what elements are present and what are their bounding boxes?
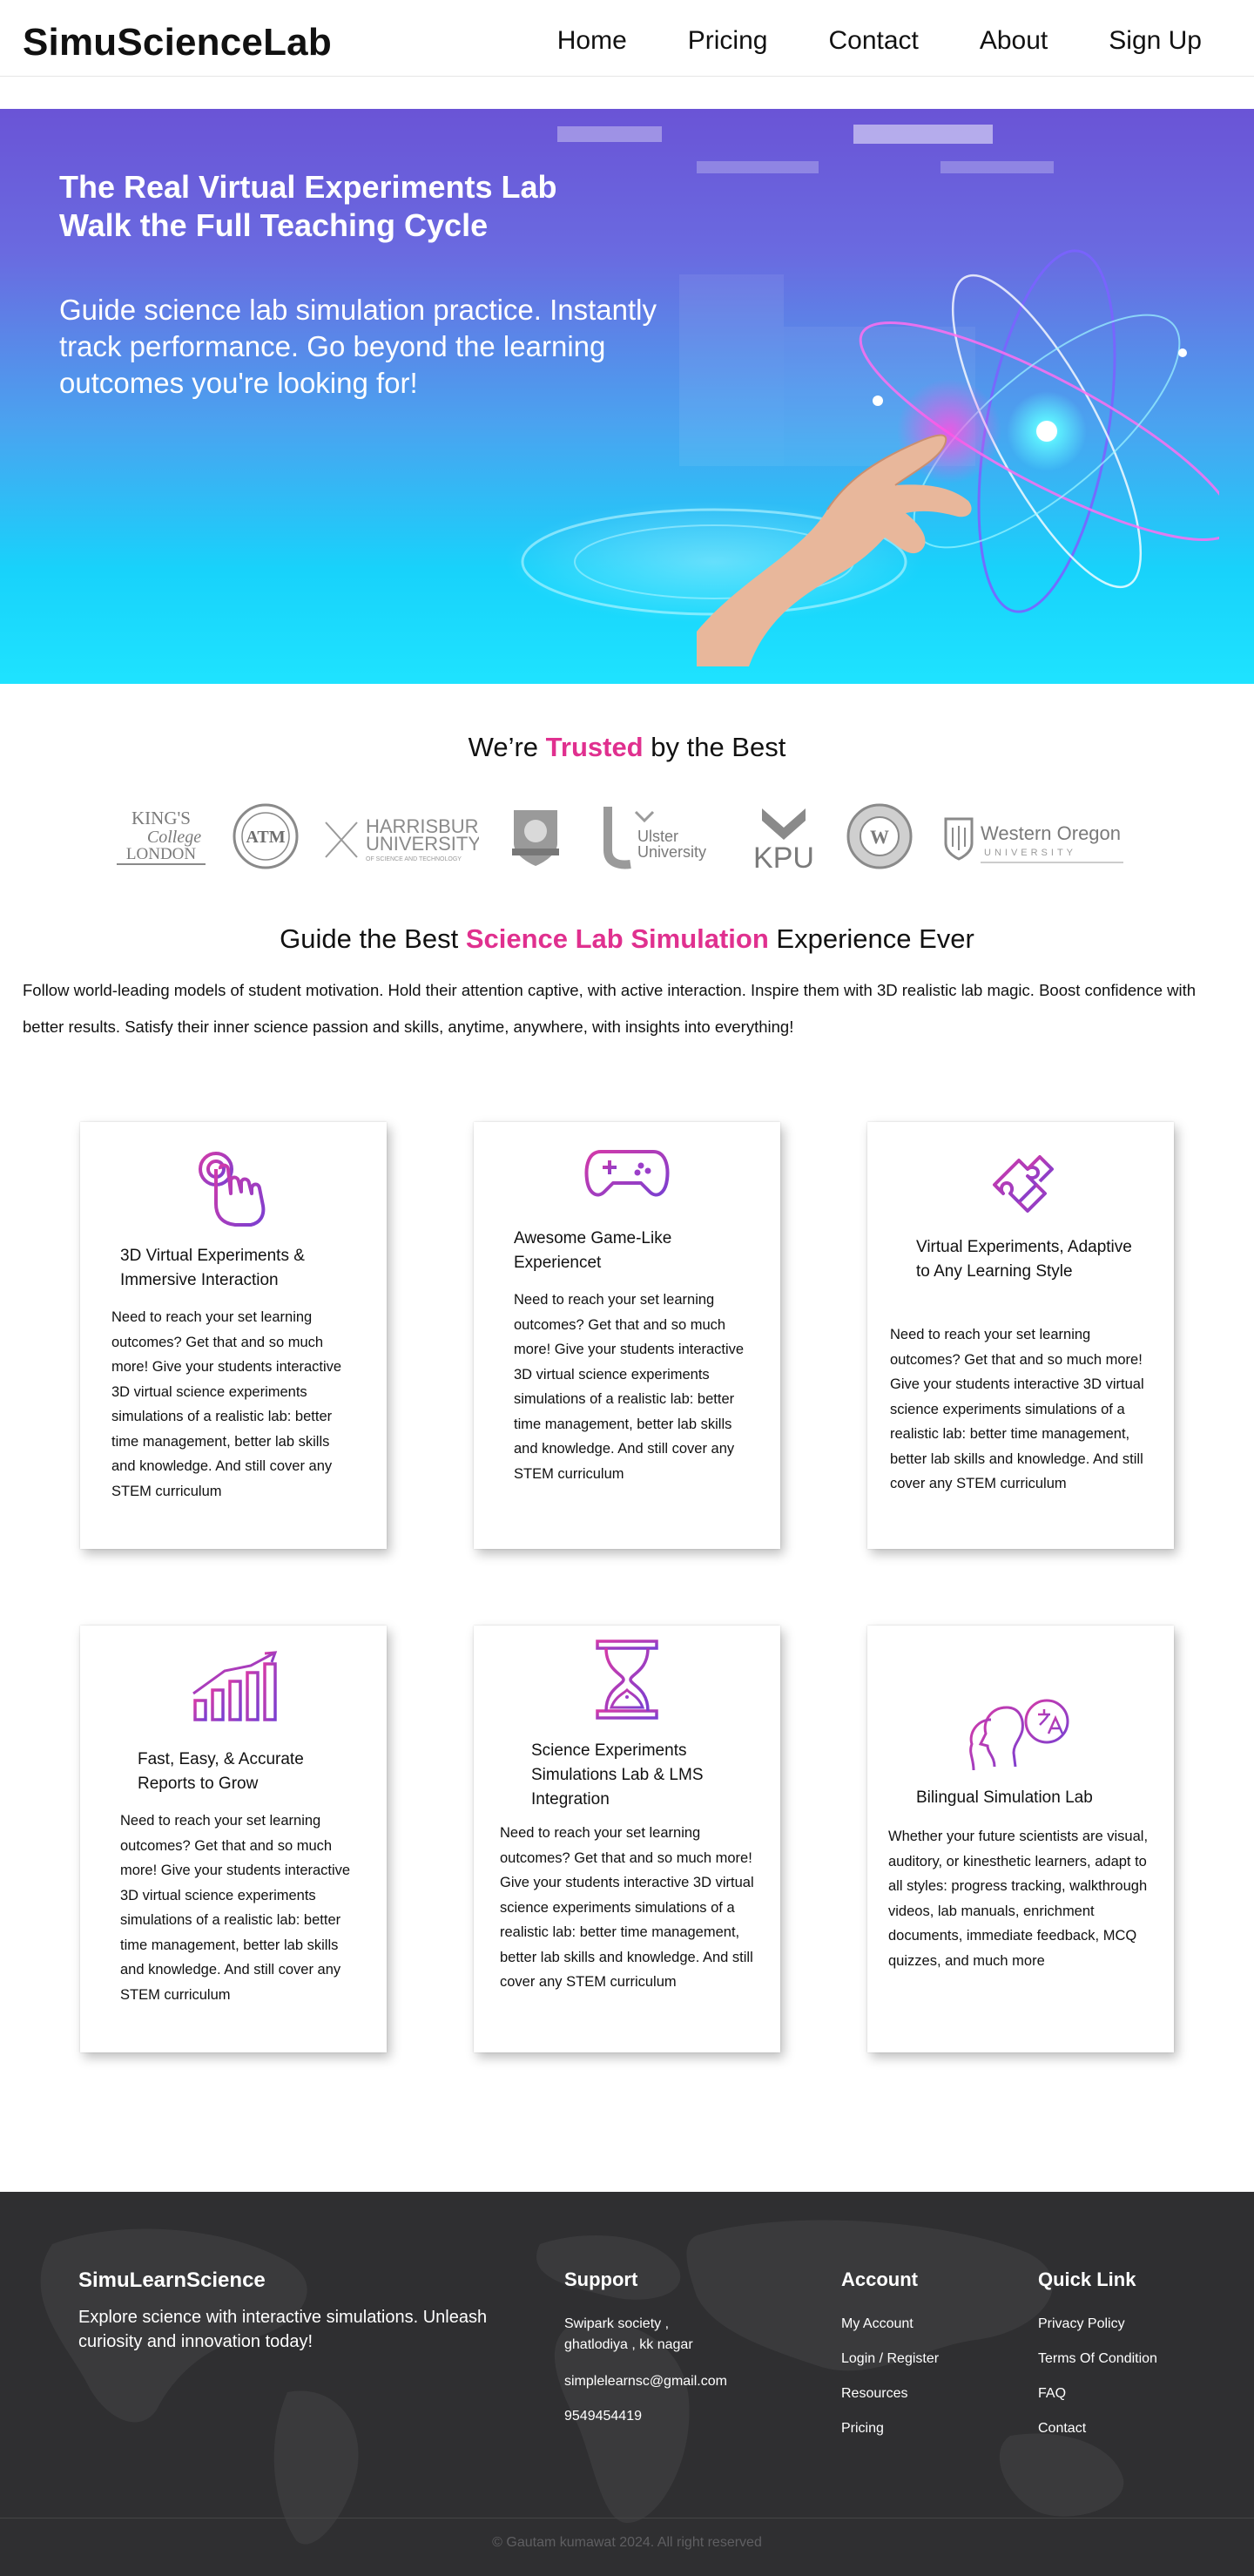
logo-kings-college-london: KING'S College LONDON <box>117 808 206 865</box>
footer-phone-link[interactable]: 9549454419 <box>564 2406 642 2427</box>
main-nav: Home Pricing Contact About Sign Up <box>496 26 1202 56</box>
card-title: Bilingual Simulation Lab <box>916 1788 1093 1807</box>
hero-subtitle: Guide science lab simulation practice. I… <box>59 294 657 399</box>
card-title: Fast, Easy, & Accurate Reports to Grow <box>138 1750 304 1793</box>
feature-card-reports: Fast, Easy, & Accurate Reports to Grow N… <box>80 1626 387 2052</box>
card-body: Need to reach your set learning outcomes… <box>120 1813 351 2003</box>
footer-email-link[interactable]: simplelearnsc@gmail.com <box>564 2371 727 2392</box>
nav-contact[interactable]: Contact <box>828 26 918 56</box>
card-body: Need to reach your set learning outcomes… <box>890 1327 1144 1491</box>
partner-logos: KING'S College LONDON ATM HARRISBURG UNI… <box>113 801 1132 871</box>
feature-card-game-like: Awesome Game-Like Experiencet Need to re… <box>474 1122 780 1549</box>
feature-card-lms: Science Experiments Simulations Lab & LM… <box>474 1626 780 2052</box>
site-header: SimuScienceLab Home Pricing Contact Abou… <box>0 0 1254 77</box>
hero-title-line-1: The Real Virtual Experiments Lab <box>59 169 557 205</box>
nav-about[interactable]: About <box>980 26 1048 56</box>
feature-card-3d-virtual: 3D Virtual Experiments & Immersive Inter… <box>80 1122 387 1549</box>
card-title: Science Experiments Simulations Lab & LM… <box>531 1741 704 1809</box>
footer-link-faq[interactable]: FAQ <box>1038 2383 1066 2404</box>
footer-tagline: Explore science with interactive simulat… <box>78 2308 488 2351</box>
logo-atm-text: ATM <box>246 828 285 847</box>
logo-kpu-text: KPU <box>753 842 814 871</box>
guide-prefix: Guide the Best <box>280 923 466 954</box>
guide-highlight: Science Lab Simulation <box>465 923 769 954</box>
footer-address-line-2: ghatlodiya , kk nagar <box>564 2337 693 2352</box>
footer-copyright: © Gautam kumawat 2024. All right reserve… <box>0 2535 1254 2551</box>
card-body: Need to reach your set learning outcomes… <box>514 1292 745 1482</box>
footer-link-pricing[interactable]: Pricing <box>841 2418 884 2439</box>
guide-heading: Guide the Best Science Lab Simulation Ex… <box>0 923 1254 955</box>
logo-western-oregon-university: Western Oregon UNIVERSITY <box>944 817 1123 863</box>
feature-card-bilingual: Bilingual Simulation Lab Whether your fu… <box>867 1626 1174 2052</box>
logo-ulster-university: Ulster University <box>603 807 706 869</box>
logo-kings-line2: College <box>147 828 201 847</box>
footer-link-privacy-policy[interactable]: Privacy Policy <box>1038 2314 1125 2335</box>
footer-divider <box>0 2518 1254 2519</box>
logo-western-oregon-line1: Western Oregon <box>981 822 1121 844</box>
logo-harrisburg-line3: OF SCIENCE AND TECHNOLOGY <box>366 856 462 862</box>
card-body: Need to reach your set learning outcomes… <box>500 1825 754 1990</box>
copyright-icon: © <box>492 2535 507 2550</box>
card-title: 3D Virtual Experiments & Immersive Inter… <box>120 1247 305 1289</box>
trusted-highlight: Trusted <box>545 732 644 762</box>
footer-brand: SimuLearnScience <box>78 2268 266 2292</box>
puzzle-icon <box>993 1155 1054 1213</box>
nav-sign-up[interactable]: Sign Up <box>1109 26 1202 56</box>
trusted-heading: We’re Trusted by the Best <box>0 732 1254 763</box>
footer-account-title: Account <box>841 2268 918 2290</box>
logo-college-seal-w: W <box>846 803 913 869</box>
card-body: Whether your future scientists are visua… <box>888 1829 1149 1969</box>
logo-ulster-line2: University <box>637 843 706 861</box>
bilingual-icon <box>969 1699 1069 1771</box>
nav-pricing[interactable]: Pricing <box>688 26 768 56</box>
logo-ulster-line1: Ulster <box>637 828 678 845</box>
gamepad-icon <box>584 1150 670 1197</box>
hero-title-line-2: Walk the Full Teaching Cycle <box>59 207 489 243</box>
touch-hand-icon <box>199 1152 266 1227</box>
card-title: Virtual Experiments, Adaptive to Any Lea… <box>916 1238 1132 1281</box>
footer-address-line-1: Swipark society , <box>564 2316 670 2331</box>
nav-home[interactable]: Home <box>557 26 627 56</box>
brand-logo[interactable]: SimuScienceLab <box>23 21 332 64</box>
trusted-prefix: We’re <box>468 732 546 762</box>
logo-university-crest <box>512 810 559 866</box>
feature-card-adaptive: Virtual Experiments, Adaptive to Any Lea… <box>867 1122 1174 1549</box>
logo-harrisburg-line2: UNIVERSITY <box>366 833 479 855</box>
logo-kings-line1: KING'S <box>131 808 191 828</box>
hero-title: The Real Virtual Experiments Lab Walk th… <box>59 168 557 245</box>
footer-link-my-account[interactable]: My Account <box>841 2314 914 2335</box>
card-title: Awesome Game-Like Experiencet <box>514 1229 672 1272</box>
hand-atom-illustration <box>697 249 1219 666</box>
guide-description: Follow world-leading models of student m… <box>23 981 1197 1036</box>
logo-w-text: W <box>870 826 889 848</box>
logo-western-oregon-line2: UNIVERSITY <box>984 848 1076 858</box>
logo-texas-am-seal: ATM <box>233 803 299 869</box>
logo-kings-line3: LONDON <box>126 845 196 863</box>
footer-link-resources[interactable]: Resources <box>841 2383 907 2404</box>
growth-chart-icon <box>190 1651 282 1727</box>
footer-link-login-register[interactable]: Login / Register <box>841 2349 939 2370</box>
hero-banner: The Real Virtual Experiments Lab Walk th… <box>0 109 1254 684</box>
logo-kpu: KPU <box>753 808 814 871</box>
footer-link-contact[interactable]: Contact <box>1038 2418 1086 2439</box>
trusted-suffix: by the Best <box>643 732 786 762</box>
card-body: Need to reach your set learning outcomes… <box>111 1309 342 1499</box>
guide-suffix: Experience Ever <box>768 923 974 954</box>
copyright-text: Gautam kumawat 2024. All right reserved <box>506 2535 762 2550</box>
footer-support-title: Support <box>564 2268 638 2290</box>
site-footer: SimuLearnScience Explore science with in… <box>0 2192 1254 2576</box>
footer-link-terms[interactable]: Terms Of Condition <box>1038 2349 1157 2370</box>
hourglass-icon <box>596 1640 658 1720</box>
footer-quick-link-title: Quick Link <box>1038 2268 1136 2290</box>
logo-harrisburg-university: HARRISBURG UNIVERSITY OF SCIENCE AND TEC… <box>325 815 479 862</box>
